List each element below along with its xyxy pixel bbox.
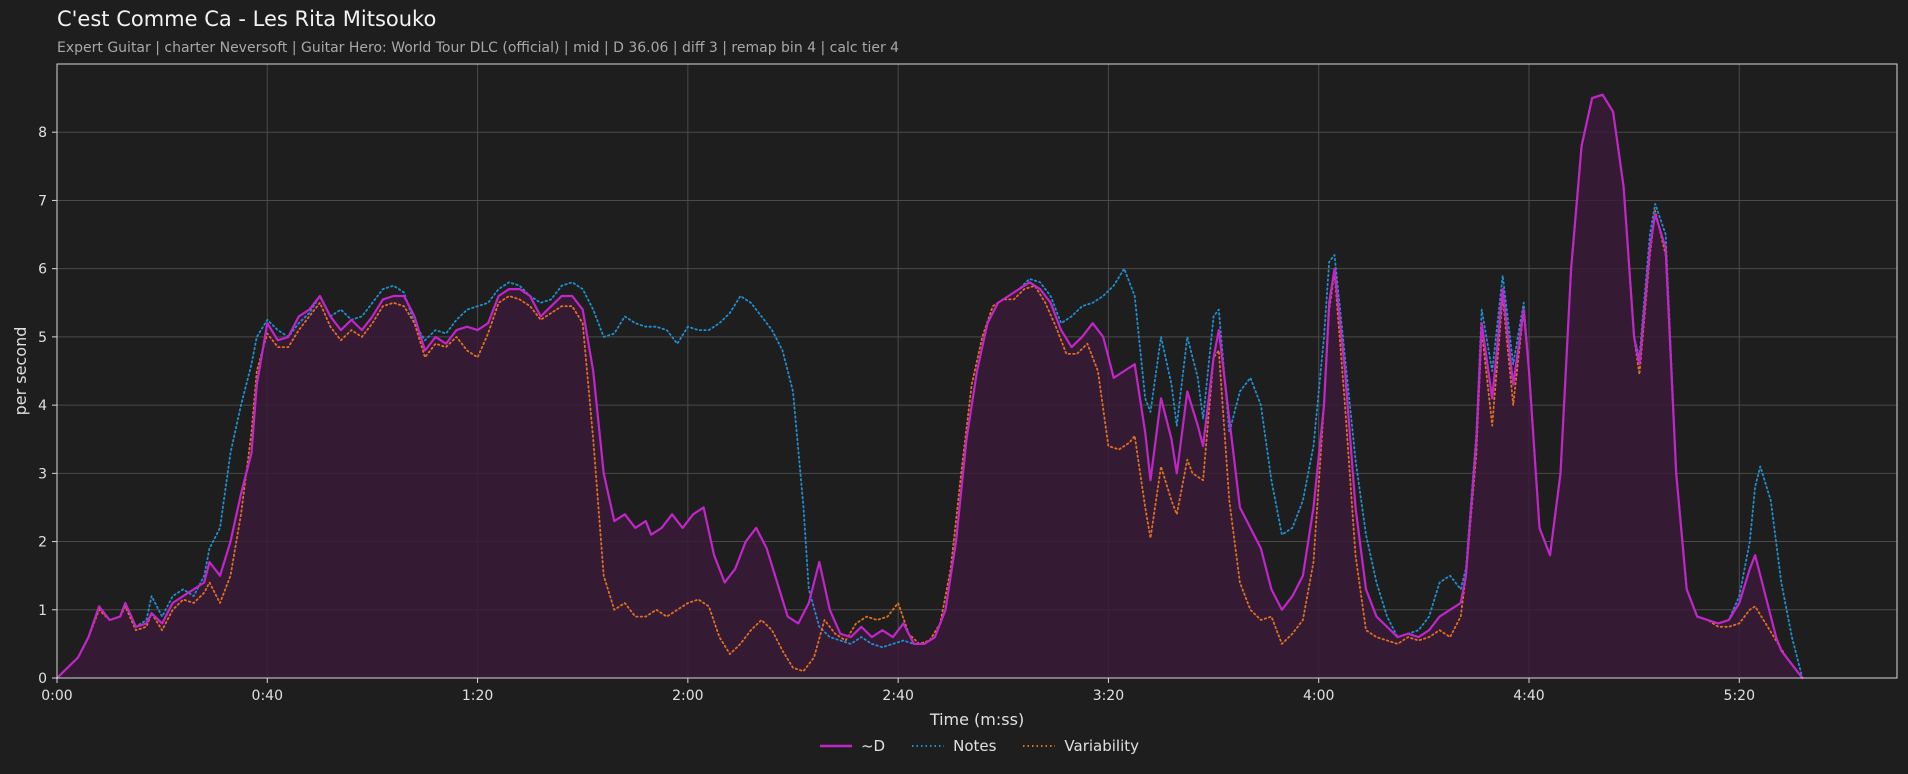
- x-tick-label: 5:20: [1724, 688, 1755, 704]
- y-tick-label: 0: [38, 671, 47, 687]
- y-tick-label: 4: [38, 398, 47, 414]
- legend-entry-notes: Notes: [911, 737, 996, 755]
- legend-label: Variability: [1064, 737, 1140, 755]
- d-area: [57, 94, 1803, 678]
- x-tick-label: 2:00: [672, 688, 703, 704]
- x-axis: 0:00 0:40 1:20 2:00 2:40 3:20 4:00 4:40 5:20: [41, 678, 1755, 704]
- x-tick-label: 1:20: [462, 688, 493, 704]
- y-tick-label: 1: [38, 603, 47, 619]
- legend-label: Notes: [953, 737, 997, 755]
- y-axis-label: per second: [11, 327, 30, 416]
- x-tick-label: 3:20: [1093, 688, 1124, 704]
- y-tick-label: 3: [38, 466, 47, 482]
- chart-canvas: 0:00 0:40 1:20 2:00 2:40 3:20 4:00 4:40 5:20 0 1 2…: [11, 63, 1898, 729]
- y-tick-label: 7: [38, 193, 47, 209]
- x-tick-label: 2:40: [882, 688, 913, 704]
- legend-swatch-d: [819, 744, 852, 748]
- y-tick-label: 5: [38, 330, 47, 346]
- y-tick-label: 6: [38, 262, 47, 278]
- y-tick-label: 8: [38, 125, 47, 141]
- legend-swatch-notes: [912, 745, 945, 747]
- x-tick-label: 4:40: [1513, 688, 1544, 704]
- d-area-fill: [57, 94, 1803, 678]
- legend-label: ~D: [860, 737, 886, 755]
- legend-entry-variability: Variability: [1022, 737, 1139, 755]
- y-tick-label: 2: [38, 535, 47, 551]
- legend-entry-d: ~D: [819, 737, 885, 755]
- legend: ~D Notes Variability: [0, 737, 1908, 756]
- legend-swatch-variability: [1023, 745, 1056, 747]
- x-tick-label: 4:00: [1303, 688, 1334, 704]
- x-tick-label: 0:00: [41, 688, 72, 704]
- y-axis: 0 1 2 3 4 5 6 7 8: [38, 125, 57, 687]
- x-tick-label: 0:40: [252, 688, 283, 704]
- x-axis-label: Time (m:ss): [929, 710, 1024, 729]
